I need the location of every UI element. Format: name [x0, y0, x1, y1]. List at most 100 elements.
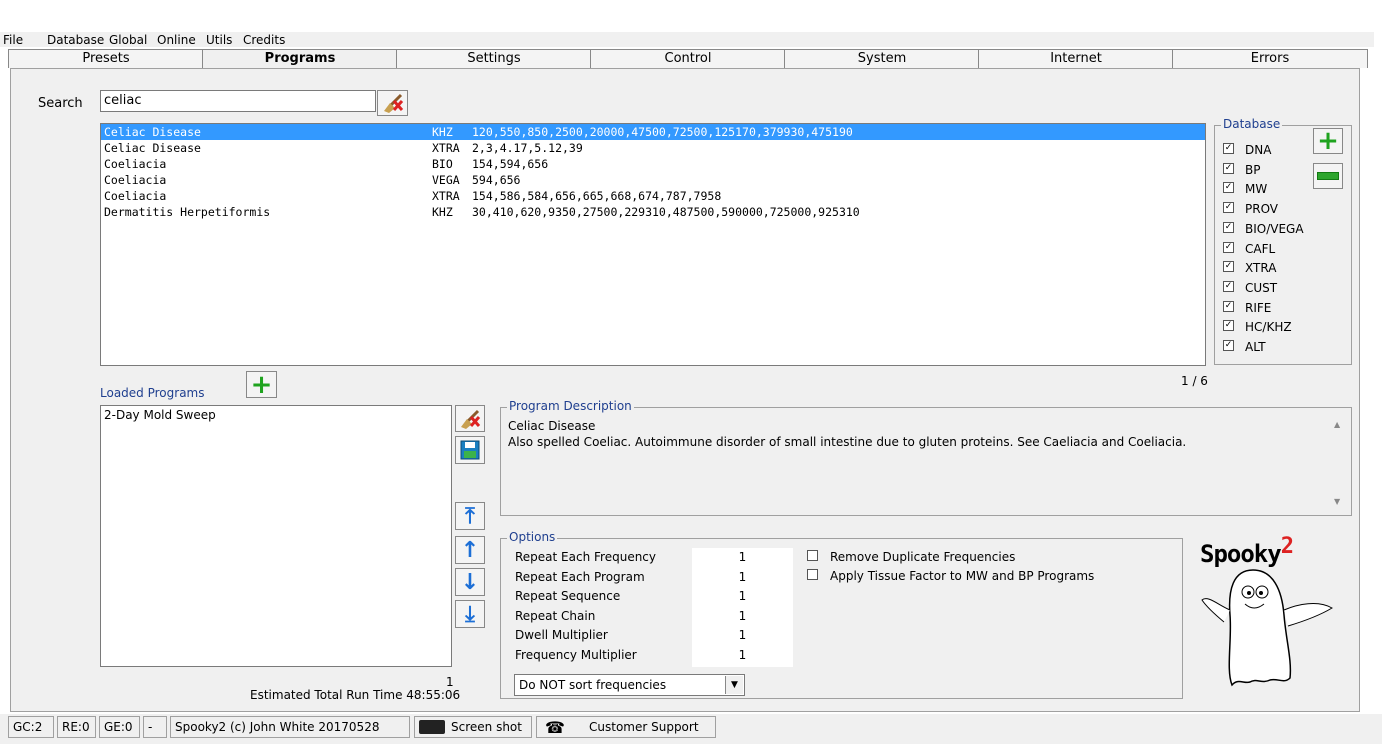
search-results-list[interactable]: Celiac Disease KHZ 120,550,850,2500,20000… [100, 123, 1206, 366]
tissue-factor-checkbox[interactable] [807, 569, 818, 580]
status-bar: GC:2 RE:0 GE:0 - Spooky2 (c) John White … [0, 714, 1382, 744]
tab-errors[interactable]: Errors [1172, 49, 1368, 68]
option-value-input[interactable]: 1 [692, 608, 793, 623]
option-value-input[interactable]: 1 [692, 569, 793, 584]
result-db: XTRA [432, 189, 460, 203]
db-label: RIFE [1245, 300, 1272, 315]
option-value-input[interactable]: 1 [692, 628, 793, 643]
db-label: MW [1245, 182, 1268, 197]
db-label: DNA [1245, 143, 1272, 157]
result-freqs: 154,594,656 [472, 157, 549, 171]
database-legend: Database [1221, 117, 1283, 131]
result-row[interactable]: Dermatitis Herpetiformis KHZ 30,410,620,9… [101, 204, 1205, 220]
remove-duplicates-checkbox[interactable] [807, 550, 818, 561]
db-checkbox-dna[interactable]: ✓ [1223, 143, 1234, 154]
move-up-button[interactable]: ↑ [455, 536, 485, 564]
remove-database-button[interactable] [1313, 163, 1343, 189]
scroll-down-icon[interactable]: ▼ [1334, 497, 1340, 506]
result-db: BIO [432, 157, 453, 171]
result-row[interactable]: Coeliacia VEGA 594,656 [101, 172, 1205, 188]
result-freqs: 120,550,850,2500,20000,47500,72500,12517… [472, 125, 853, 139]
search-label: Search [38, 96, 83, 111]
db-label: ALT [1245, 340, 1266, 354]
result-name: Celiac Disease [104, 125, 201, 139]
result-name: Coeliacia [104, 189, 167, 203]
plus-icon: + [250, 369, 273, 400]
sort-select-value: Do NOT sort frequencies [519, 678, 667, 692]
list-item[interactable]: 2-Day Mold Sweep [101, 406, 451, 424]
result-row[interactable]: Coeliacia XTRA 154,586,584,656,665,668,674… [101, 188, 1205, 204]
db-checkbox-bp[interactable]: ✓ [1223, 162, 1234, 174]
result-row[interactable]: Celiac Disease KHZ 120,550,850,2500,20000… [101, 124, 1205, 140]
option-value-input[interactable]: 1 [692, 648, 793, 662]
menu-online[interactable]: Online [157, 33, 196, 47]
db-checkbox-xtra[interactable]: ✓ [1223, 261, 1234, 273]
move-top-button[interactable]: ⤒ [455, 502, 485, 530]
camera-icon [419, 720, 445, 734]
db-checkbox-cust[interactable]: ✓ [1223, 280, 1234, 292]
db-checkbox-prov[interactable]: ✓ [1223, 202, 1234, 214]
menu-file[interactable]: File [3, 33, 23, 47]
scroll-up-icon[interactable]: ▲ [1334, 420, 1340, 429]
option-label: Repeat Chain [515, 608, 596, 623]
menu-utils[interactable]: Utils [206, 33, 232, 47]
menu-global[interactable]: Global [109, 33, 147, 47]
ghost-icon [1201, 569, 1333, 687]
customer-support-button[interactable]: ☎ Customer Support [536, 716, 716, 738]
option-value-input[interactable]: 1 [692, 589, 793, 604]
add-database-button[interactable]: + [1313, 128, 1343, 154]
tab-control[interactable]: Control [590, 49, 786, 68]
tab-programs[interactable]: Programs [202, 49, 398, 68]
result-name: Dermatitis Herpetiformis [104, 205, 271, 219]
remove-loaded-button[interactable] [455, 405, 485, 432]
program-description-group: Program Description [500, 399, 1352, 516]
db-checkbox-biovega[interactable]: ✓ [1223, 221, 1234, 233]
result-name: Coeliacia [104, 173, 167, 187]
result-db: KHZ [432, 205, 453, 219]
db-checkbox-alt[interactable]: ✓ [1223, 340, 1234, 351]
plus-icon: + [1317, 126, 1339, 156]
add-loaded-program-button[interactable]: + [246, 371, 277, 398]
option-label: Repeat Sequence [515, 589, 621, 604]
save-button[interactable] [455, 436, 485, 464]
db-label: XTRA [1245, 261, 1277, 276]
clear-search-button[interactable] [377, 90, 408, 116]
db-checkbox-hckhz[interactable]: ✓ [1223, 320, 1234, 332]
db-label: BIO/VEGA [1245, 221, 1304, 236]
result-row[interactable]: Celiac Disease XTRA 2,3,4.17,5.12,39 [101, 140, 1205, 156]
tab-settings[interactable]: Settings [396, 49, 592, 68]
arrow-down-icon: ↓ [460, 569, 480, 595]
loaded-programs-list[interactable]: 2-Day Mold Sweep [100, 405, 452, 667]
move-bottom-button[interactable]: ⤓ [455, 600, 485, 628]
db-checkbox-cafl[interactable]: ✓ [1223, 241, 1234, 253]
screenshot-button[interactable]: Screen shot [414, 716, 532, 738]
support-label: Customer Support [589, 720, 699, 734]
broom-icon [461, 409, 481, 429]
result-db: VEGA [432, 173, 460, 187]
result-freqs: 30,410,620,9350,27500,229310,487500,5900… [472, 205, 860, 219]
menu-database[interactable]: Database [47, 33, 104, 47]
sort-frequencies-select[interactable]: Do NOT sort frequencies ▼ [514, 674, 745, 696]
db-checkbox-rife[interactable]: ✓ [1223, 300, 1234, 312]
result-freqs: 154,586,584,656,665,668,674,787,7958 [472, 189, 722, 203]
move-down-button[interactable]: ↓ [455, 568, 485, 596]
db-label: PROV [1245, 202, 1279, 217]
option-value-input[interactable]: 1 [692, 550, 793, 564]
menu-credits[interactable]: Credits [243, 33, 285, 47]
option-label: Dwell Multiplier [515, 628, 608, 643]
tab-internet[interactable]: Internet [978, 49, 1174, 68]
db-checkbox-mw[interactable]: ✓ [1223, 182, 1234, 194]
description-text: Also spelled Coeliac. Autoimmune disorde… [508, 435, 1187, 449]
menu-bar: File Database Global Online Utils Credit… [0, 32, 1374, 47]
arrow-up-icon: ↑ [460, 537, 480, 563]
tab-presets[interactable]: Presets [8, 49, 204, 68]
tissue-factor-label: Apply Tissue Factor to MW and BP Program… [830, 569, 1095, 583]
result-freqs: 594,656 [472, 173, 521, 187]
result-freqs: 2,3,4.17,5.12,39 [472, 141, 583, 155]
tab-system[interactable]: System [784, 49, 980, 68]
result-row[interactable]: Coeliacia BIO 154,594,656 [101, 156, 1205, 172]
status-gc: GC:2 [8, 716, 54, 738]
option-label: Frequency Multiplier [515, 648, 637, 662]
db-label: CUST [1245, 280, 1278, 295]
search-input[interactable]: celiac [100, 90, 376, 112]
